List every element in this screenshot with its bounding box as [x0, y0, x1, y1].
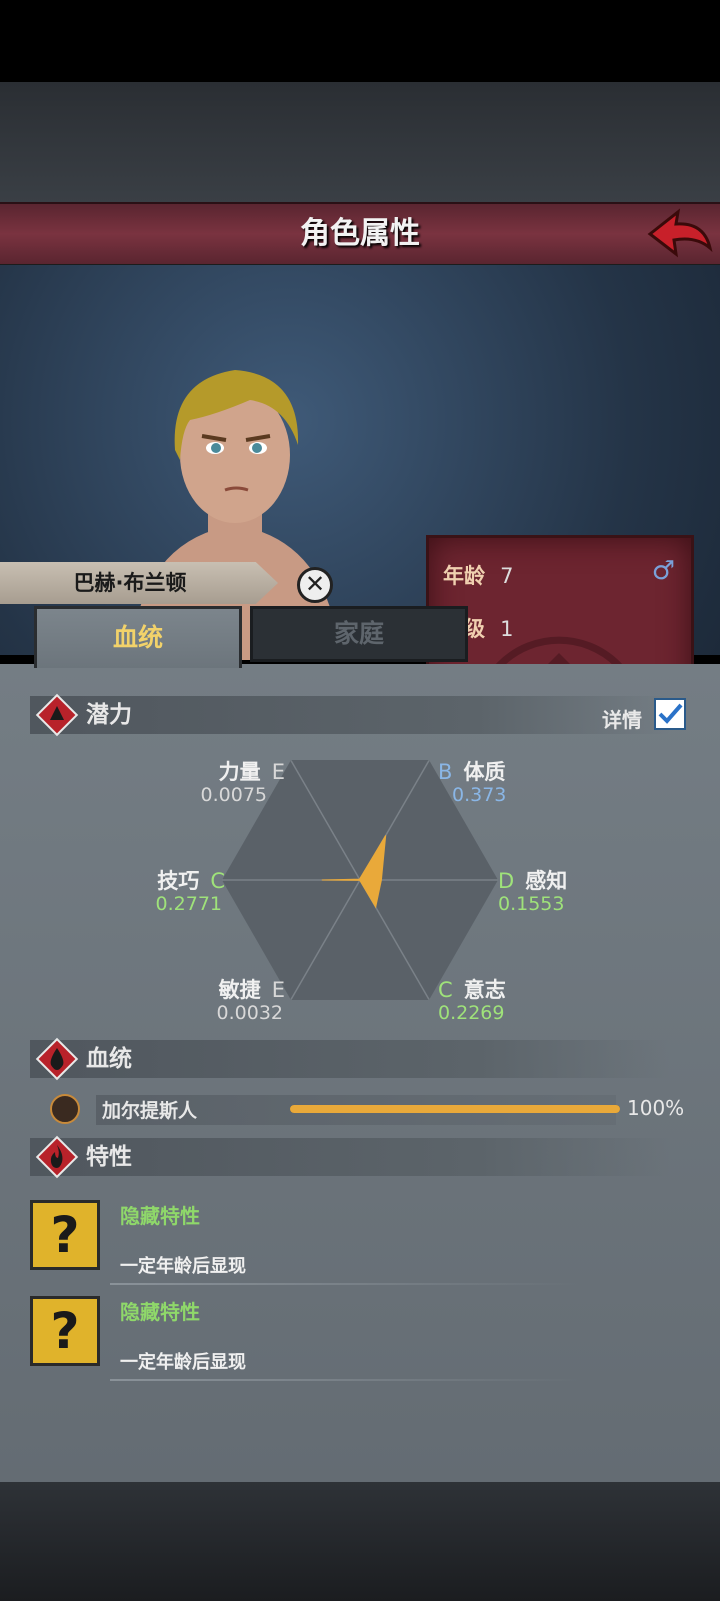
bloodline-percent: 100% [627, 1096, 685, 1120]
male-icon: ♂ [651, 556, 675, 586]
blood-drop-icon [35, 1037, 79, 1081]
bottom-background [0, 1482, 720, 1601]
bloodline-title: 血统 [86, 1046, 132, 1072]
attr-agility-value: 0.0032 [216, 1002, 283, 1024]
details-checkbox[interactable] [654, 698, 686, 730]
header-bar: 角色属性 [0, 202, 720, 267]
trait-2-divider [110, 1379, 580, 1381]
traits-section-header: 特性 [30, 1135, 670, 1179]
potential-icon [35, 693, 79, 737]
age-value: 7 [500, 564, 514, 588]
attr-will-value: 0.2269 [438, 1002, 505, 1024]
attr-perception-value: 0.1553 [498, 893, 565, 915]
potential-section-header: 潜力 [30, 693, 670, 737]
attr-perception-grade: D [498, 869, 515, 893]
trait-1-box[interactable]: ? [30, 1200, 100, 1270]
traits-title: 特性 [86, 1144, 132, 1170]
potential-title: 潜力 [86, 702, 132, 728]
attr-strength-value: 0.0075 [200, 784, 267, 806]
dismiss-button[interactable]: ✕ [297, 567, 333, 603]
attr-agility-grade: E [271, 978, 285, 1002]
tab-bloodline[interactable]: 血统 [34, 606, 242, 668]
flame-icon [35, 1135, 79, 1179]
back-button[interactable] [644, 208, 714, 260]
attr-skill-value: 0.2771 [155, 893, 222, 915]
trait-2-desc: 一定年龄后显现 [120, 1352, 246, 1373]
page-title: 角色属性 [300, 216, 420, 251]
content-panel: 潜力 详情 力量 E 0.0075 B 体质 0.373 D 感知 0.1553… [0, 664, 720, 1482]
bloodline-section-header: 血统 [30, 1037, 670, 1081]
details-label: 详情 [602, 708, 642, 732]
name-banner: 巴赫·布兰顿 [0, 562, 278, 604]
level-value: 1 [500, 617, 514, 641]
age-label: 年龄 [443, 564, 485, 588]
attr-constitution-value: 0.373 [452, 784, 507, 806]
attr-strength-name: 力量 [218, 760, 261, 784]
back-arrow-icon [647, 208, 713, 258]
trait-1-name: 隐藏特性 [120, 1204, 200, 1228]
attr-constitution-name: 体质 [463, 760, 506, 784]
attr-constitution-grade: B [438, 760, 453, 784]
trait-1-divider [110, 1283, 580, 1285]
trait-2-box[interactable]: ? [30, 1296, 100, 1366]
checkmark-icon [658, 703, 683, 724]
top-background [0, 82, 720, 202]
attr-skill-name: 技巧 [157, 869, 200, 893]
close-icon: ✕ [304, 570, 326, 598]
tab-family[interactable]: 家庭 [250, 606, 468, 662]
character-name: 巴赫·布兰顿 [73, 571, 187, 595]
attr-skill-grade: C [210, 869, 225, 893]
attr-will-name: 意志 [463, 978, 506, 1002]
trait-2-name: 隐藏特性 [120, 1300, 200, 1324]
bloodline-bar-fill [290, 1105, 620, 1113]
bloodline-bar [290, 1105, 620, 1113]
question-mark-icon: ? [50, 1206, 80, 1264]
trait-1-desc: 一定年龄后显现 [120, 1256, 246, 1277]
question-mark-icon: ? [50, 1302, 80, 1360]
attr-strength-grade: E [271, 760, 285, 784]
attr-will-grade: C [438, 978, 453, 1002]
attr-agility-name: 敏捷 [218, 978, 261, 1002]
attr-perception-name: 感知 [525, 869, 568, 893]
bloodline-name: 加尔提斯人 [102, 1100, 198, 1122]
bloodline-emblem-icon [50, 1094, 80, 1124]
